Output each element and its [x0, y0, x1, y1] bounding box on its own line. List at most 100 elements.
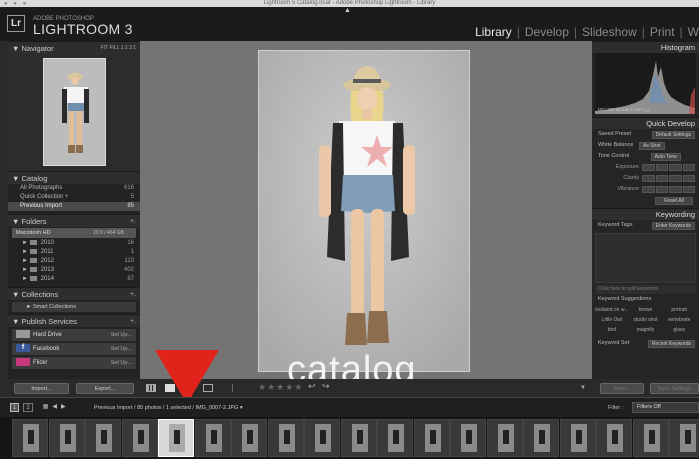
set-up-button[interactable]: Set Up... [111, 357, 132, 369]
thumbnail-image [315, 424, 331, 452]
keyword-suggestion[interactable]: brown [629, 305, 663, 315]
filmstrip-thumbnail[interactable] [596, 419, 632, 457]
catalog-header[interactable]: ▼ Catalog [8, 171, 140, 184]
forward-arrow-icon[interactable]: ▶ [61, 403, 66, 412]
flag-icon[interactable] [232, 384, 242, 392]
keyword-suggestion[interactable]: portrait [662, 305, 696, 315]
catalog-item-all-photographs[interactable]: All Photographs 616 [8, 184, 140, 193]
auto-tone-button[interactable]: Auto Tone [650, 153, 681, 161]
filter-select[interactable]: Filters Off [632, 402, 699, 413]
import-button[interactable]: Import... [14, 383, 69, 394]
filmstrip-thumbnail[interactable] [413, 419, 450, 457]
catalog-item-previous-import[interactable]: Previous Import 85 [8, 202, 140, 211]
histogram-header[interactable]: Histogram [592, 41, 699, 53]
filmstrip-thumbnail[interactable] [669, 419, 699, 457]
publish-facebook[interactable]: f Facebook Set Up... [12, 343, 136, 355]
module-web[interactable]: W [688, 25, 699, 39]
catalog-item-quick-collection[interactable]: Quick Collection + 5 [8, 193, 140, 202]
display-one-button[interactable]: 1 [10, 403, 20, 412]
right-bottom-bar: Sync... Sync Settings [592, 379, 699, 397]
white-balance-select[interactable]: As Shot [639, 142, 665, 150]
filmstrip-thumbnail[interactable] [48, 419, 85, 457]
add-collection-button[interactable]: +. [130, 288, 136, 301]
reset-all-button[interactable]: Reset All [655, 197, 693, 205]
volume-macintosh-hd[interactable]: Macintosh HD 20.9 / 464 GB [12, 228, 136, 238]
tone-control-row: Tone Control Auto Tone [592, 151, 699, 162]
grid-icon[interactable]: ▦ [43, 403, 49, 412]
filmstrip-thumbnail[interactable] [158, 419, 194, 457]
collapse-top-panel-icon[interactable]: ▲ [344, 7, 351, 14]
keyword-suggestions-grid: isolated on w... brown portrait Little O… [592, 305, 699, 335]
keyword-suggestion[interactable]: magnify [629, 325, 663, 335]
keyword-suggestion[interactable]: Little Owl [595, 315, 629, 325]
smart-collections-item[interactable]: ► Smart Collections [12, 302, 136, 312]
filmstrip-thumbnail[interactable] [340, 419, 377, 457]
quick-develop-header[interactable]: Quick Develop [592, 117, 699, 129]
publish-services-header[interactable]: ▼ Publish Services +. [8, 314, 140, 327]
folder-item[interactable]: ► 2013 402 [8, 266, 140, 275]
folder-item[interactable]: ► 2014 87 [8, 275, 140, 284]
keyword-suggestion[interactable]: isolated on w... [595, 305, 629, 315]
filmstrip-thumbnail[interactable] [486, 419, 523, 457]
keyword-suggestion[interactable]: bird [595, 325, 629, 335]
toolbar-menu-chevron-icon[interactable]: ▼ [580, 385, 586, 391]
saved-preset-select[interactable]: Default Settings [651, 131, 695, 139]
publish-flickr[interactable]: Flickr Set Up... [12, 357, 136, 369]
add-publish-service-button[interactable]: +. [130, 315, 136, 328]
filmstrip-thumbnail[interactable] [632, 419, 669, 457]
set-up-button[interactable]: Set Up... [111, 343, 132, 355]
filmstrip-thumbnail[interactable] [194, 419, 231, 457]
histogram-exif: ISO 200 35 mm f / 16 ¹⁄₁₂₅ [598, 107, 650, 112]
set-up-button[interactable]: Set Up... [111, 329, 132, 341]
module-library[interactable]: Library [475, 25, 512, 39]
rotate-right-icon[interactable]: ↪ [322, 381, 330, 392]
folder-item[interactable]: ► 2010 16 [8, 239, 140, 248]
rating-stars[interactable]: ★★★★★ [258, 382, 303, 393]
navigator-header[interactable]: ▼ Navigator FIT FILL 1:1 3:1 [8, 41, 140, 54]
filmstrip-thumbnail[interactable] [377, 419, 413, 457]
clarity-buttons[interactable] [642, 175, 695, 182]
add-folder-button[interactable]: +. [130, 215, 136, 228]
filmstrip-thumbnail[interactable] [231, 419, 267, 457]
keyword-tags-select[interactable]: Enter Keywords [651, 222, 695, 230]
module-develop[interactable]: Develop [525, 25, 569, 39]
filmstrip-thumbnail[interactable] [12, 419, 48, 457]
back-arrow-icon[interactable]: ◀ [52, 403, 57, 412]
keywording-header[interactable]: Keywording [592, 208, 699, 220]
sync-settings-button[interactable]: Sync Settings [650, 383, 699, 394]
folder-item[interactable]: ► 2011 1 [8, 248, 140, 257]
filmstrip-breadcrumb[interactable]: Previous Import / 85 photos / 1 selected… [94, 405, 243, 411]
module-print[interactable]: Print [650, 25, 675, 39]
keyword-text-area[interactable] [595, 233, 696, 283]
exposure-buttons[interactable] [642, 164, 695, 171]
main-photo[interactable] [258, 50, 470, 372]
keyword-suggestion[interactable]: vertebrate [662, 315, 696, 325]
keyword-set-select[interactable]: Recent Keywords [647, 340, 695, 348]
filmstrip-thumbnail[interactable] [523, 419, 559, 457]
rotate-left-icon[interactable]: ↩ [308, 381, 316, 392]
filmstrip-thumbnail[interactable] [267, 419, 304, 457]
catalog-item-label: Previous Import [20, 203, 63, 209]
vibrance-buttons[interactable] [642, 186, 695, 193]
thumbnail-image [461, 424, 477, 452]
folders-header[interactable]: ▼ Folders +. [8, 214, 140, 227]
filmstrip-thumbnail[interactable] [121, 419, 158, 457]
navigator-thumbnail[interactable] [43, 58, 106, 166]
publish-hard-drive[interactable]: Hard Drive Set Up... [12, 329, 136, 341]
module-slideshow[interactable]: Slideshow [582, 25, 637, 39]
filmstrip-thumbnail[interactable] [450, 419, 486, 457]
export-button[interactable]: Export... [76, 383, 134, 394]
filmstrip-thumbnail[interactable] [85, 419, 121, 457]
filmstrip-thumbnail[interactable] [304, 419, 340, 457]
folder-count: 1 [130, 249, 134, 255]
keyword-suggestion[interactable]: studio shot [629, 315, 663, 325]
left-panel-edge[interactable] [0, 41, 8, 397]
sync-button[interactable]: Sync... [600, 383, 644, 394]
collections-header[interactable]: ▼ Collections +. [8, 287, 140, 300]
add-keywords-input[interactable]: Click here to add keywords [595, 285, 696, 294]
display-two-button[interactable]: 2 [23, 403, 33, 412]
model-photo-image [259, 51, 469, 371]
folder-item[interactable]: ► 2012 110 [8, 257, 140, 266]
filmstrip-thumbnail[interactable] [559, 419, 596, 457]
keyword-suggestion[interactable]: glass [662, 325, 696, 335]
